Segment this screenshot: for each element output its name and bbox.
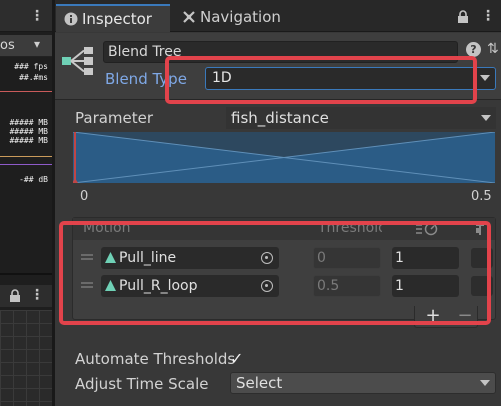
adjust-time-scale-value: Select: [236, 374, 283, 392]
parameter-value: fish_distance: [231, 109, 329, 127]
parameter-marker[interactable]: [74, 132, 76, 183]
stat-audio: -## dB: [19, 175, 48, 184]
adjust-time-scale-label: Adjust Time Scale: [75, 375, 209, 393]
left-panel-menu-icon[interactable]: ⋮: [30, 8, 44, 24]
chevron-down-icon: [480, 75, 490, 81]
info-icon: [64, 12, 78, 26]
stat-memory-3: ##### MB: [9, 136, 48, 145]
tab-label: Navigation: [200, 8, 281, 26]
left-panel-tab-2: ⋮: [0, 285, 52, 307]
stat-ms: ##.#ms: [19, 73, 48, 82]
adjust-time-scale-dropdown[interactable]: Select: [230, 372, 496, 394]
automate-thresholds-checkbox[interactable]: ✓: [230, 349, 243, 368]
left-panel-menu-icon[interactable]: ⋮: [30, 287, 44, 303]
chevron-down-icon[interactable]: ▾: [34, 37, 40, 51]
left-panel-tab[interactable]: [0, 0, 52, 32]
graph-min-label: 0: [80, 189, 89, 204]
stat-memory-1: ##### MB: [9, 118, 48, 127]
lock-icon[interactable]: [457, 10, 469, 24]
stat-line: [0, 164, 52, 165]
parameter-label: Parameter: [75, 109, 154, 127]
panel-divider: [0, 273, 52, 275]
chevron-down-icon: [481, 115, 491, 121]
blend-graph[interactable]: [73, 132, 495, 183]
tab-navigation[interactable]: Navigation: [174, 4, 294, 32]
parameter-dropdown[interactable]: fish_distance: [226, 107, 496, 129]
annotation-box-motion-list: [59, 221, 491, 325]
automate-thresholds-label: Automate Thresholds: [75, 350, 236, 368]
stat-memory-2: ##### MB: [9, 127, 48, 136]
stat-fps: ### fps: [14, 62, 48, 71]
scene-grid: [0, 310, 52, 406]
annotation-box-blend-type: [165, 56, 477, 104]
tab-label: Inspector: [82, 10, 152, 28]
graph-max-label: 0.5: [471, 189, 492, 204]
blend-tree-icon: [62, 47, 93, 75]
chevron-down-icon: [480, 380, 490, 386]
stat-line: [0, 156, 52, 157]
more-options-icon[interactable]: ⋮: [481, 8, 495, 24]
help-icon[interactable]: ?: [466, 42, 481, 57]
preset-icon[interactable]: ⇅: [487, 41, 499, 57]
lock-icon[interactable]: [9, 289, 21, 303]
navigation-icon: [183, 11, 195, 23]
tab-inspector[interactable]: Inspector: [56, 4, 170, 32]
stat-line: [0, 91, 52, 92]
left-panel-os-label: os: [0, 38, 15, 53]
